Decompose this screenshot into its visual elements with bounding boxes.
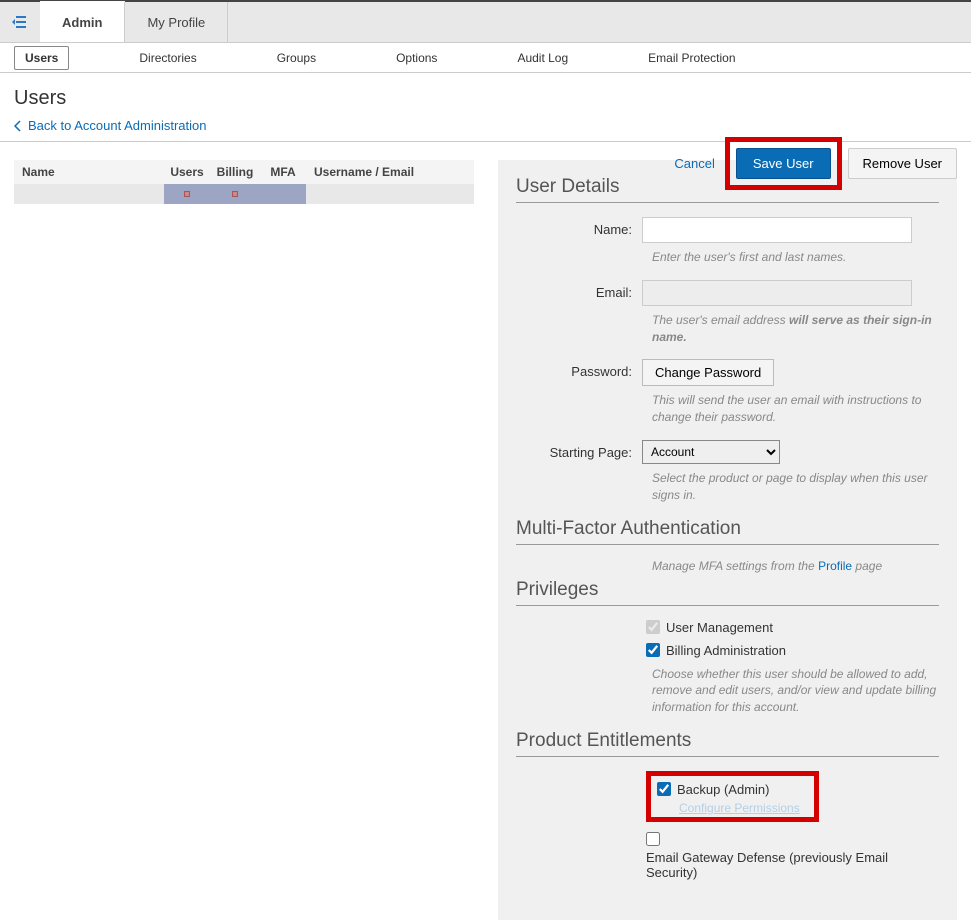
- menu-icon[interactable]: [0, 2, 40, 42]
- checkbox-backup-admin[interactable]: [657, 782, 671, 796]
- col-username: Username / Email: [306, 165, 474, 179]
- tab-admin[interactable]: Admin: [40, 1, 125, 42]
- subnav-users[interactable]: Users: [14, 46, 69, 70]
- hint-name: Enter the user's first and last names.: [652, 249, 939, 266]
- subnav-email-protection[interactable]: Email Protection: [638, 47, 745, 69]
- cancel-button[interactable]: Cancel: [670, 150, 718, 177]
- label-backup-admin: Backup (Admin): [677, 782, 769, 797]
- section-mfa: Multi-Factor Authentication: [516, 518, 939, 545]
- col-mfa: MFA: [260, 165, 306, 179]
- page-header: Users Back to Account Administration: [0, 73, 971, 142]
- action-bar: Cancel Save User Remove User: [670, 137, 957, 190]
- highlight-save: Save User: [725, 137, 842, 190]
- label-user-management: User Management: [666, 620, 773, 635]
- users-table: Name Users Billing MFA Username / Email: [14, 160, 474, 920]
- row-billing-indicator: [210, 190, 260, 199]
- label-name: Name:: [516, 217, 642, 243]
- change-password-button[interactable]: Change Password: [642, 359, 774, 386]
- top-bar: Admin My Profile: [0, 0, 971, 43]
- chevron-left-icon: [14, 120, 22, 132]
- tab-my-profile[interactable]: My Profile: [125, 2, 228, 42]
- checkbox-user-management: [646, 620, 660, 634]
- profile-link[interactable]: Profile: [818, 559, 852, 573]
- table-row[interactable]: [14, 184, 474, 204]
- email-input[interactable]: [642, 280, 912, 306]
- table-header: Name Users Billing MFA Username / Email: [14, 160, 474, 184]
- subnav-audit-log[interactable]: Audit Log: [507, 47, 578, 69]
- subnav-directories[interactable]: Directories: [129, 47, 206, 69]
- hint-privileges: Choose whether this user should be allow…: [652, 666, 939, 716]
- label-starting-page: Starting Page:: [516, 440, 642, 464]
- row-users-indicator: [164, 190, 210, 199]
- configure-permissions-link[interactable]: Configure Permissions: [679, 801, 800, 815]
- save-user-button[interactable]: Save User: [736, 148, 831, 179]
- sub-nav: Users Directories Groups Options Audit L…: [0, 43, 971, 73]
- row-username: [306, 184, 474, 204]
- label-billing-administration: Billing Administration: [666, 643, 786, 658]
- hint-password: This will send the user an email with in…: [652, 392, 939, 426]
- subnav-groups[interactable]: Groups: [267, 47, 326, 69]
- name-input[interactable]: [642, 217, 912, 243]
- subnav-options[interactable]: Options: [386, 47, 447, 69]
- back-link-label: Back to Account Administration: [28, 118, 206, 133]
- col-name: Name: [14, 165, 164, 179]
- section-privileges: Privileges: [516, 579, 939, 606]
- hint-email: The user's email address will serve as t…: [652, 312, 939, 346]
- col-users: Users: [164, 165, 210, 179]
- label-email-gateway-defense: Email Gateway Defense (previously Email …: [646, 850, 939, 880]
- hint-starting-page: Select the product or page to display wh…: [652, 470, 939, 504]
- starting-page-select[interactable]: Account: [642, 440, 780, 464]
- highlight-backup: Backup (Admin) Configure Permissions: [646, 771, 819, 822]
- section-entitlements: Product Entitlements: [516, 730, 939, 757]
- remove-user-button[interactable]: Remove User: [848, 148, 957, 179]
- hint-mfa: Manage MFA settings from the Profile pag…: [652, 559, 939, 573]
- details-panel: User Details Name: Enter the user's firs…: [498, 160, 957, 920]
- row-name: [14, 184, 164, 204]
- page-title: Users: [14, 87, 957, 110]
- checkbox-billing-administration[interactable]: [646, 643, 660, 657]
- label-email: Email:: [516, 280, 642, 306]
- col-billing: Billing: [210, 165, 260, 179]
- back-link[interactable]: Back to Account Administration: [14, 118, 957, 133]
- label-password: Password:: [516, 359, 642, 386]
